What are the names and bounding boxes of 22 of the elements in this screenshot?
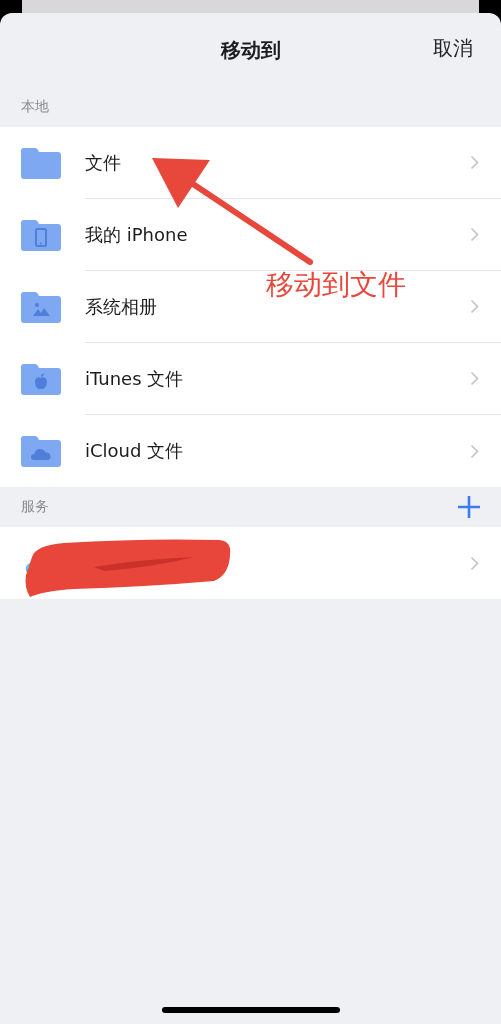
section-header: 服务	[21, 498, 49, 516]
chevron-icon	[470, 155, 479, 170]
apple-folder-icon	[19, 361, 63, 397]
sheet-title: 移动到	[220, 36, 281, 64]
folder-icon	[19, 145, 63, 181]
chevron-icon	[470, 299, 479, 314]
chevron-icon	[470, 371, 479, 386]
annotation-text: 移动到文件	[266, 267, 406, 303]
row-label[interactable]: iTunes 文件	[85, 366, 184, 391]
section-header: 本地	[21, 98, 49, 116]
row-label[interactable]: 系统相册	[85, 294, 157, 319]
phone-folder-icon	[19, 217, 63, 253]
cancel-button[interactable]: 取消	[433, 35, 473, 62]
row-label[interactable]: 文件	[85, 150, 121, 175]
row-label[interactable]: iCloud 文件	[85, 439, 184, 463]
add-button[interactable]	[457, 495, 481, 519]
picture-folder-icon	[19, 289, 63, 325]
cloud-folder-icon	[19, 433, 63, 469]
chevron-icon	[470, 555, 479, 571]
row-label[interactable]: 我的 iPhone	[85, 222, 188, 247]
chevron-icon	[470, 443, 479, 459]
chevron-icon	[470, 227, 479, 242]
